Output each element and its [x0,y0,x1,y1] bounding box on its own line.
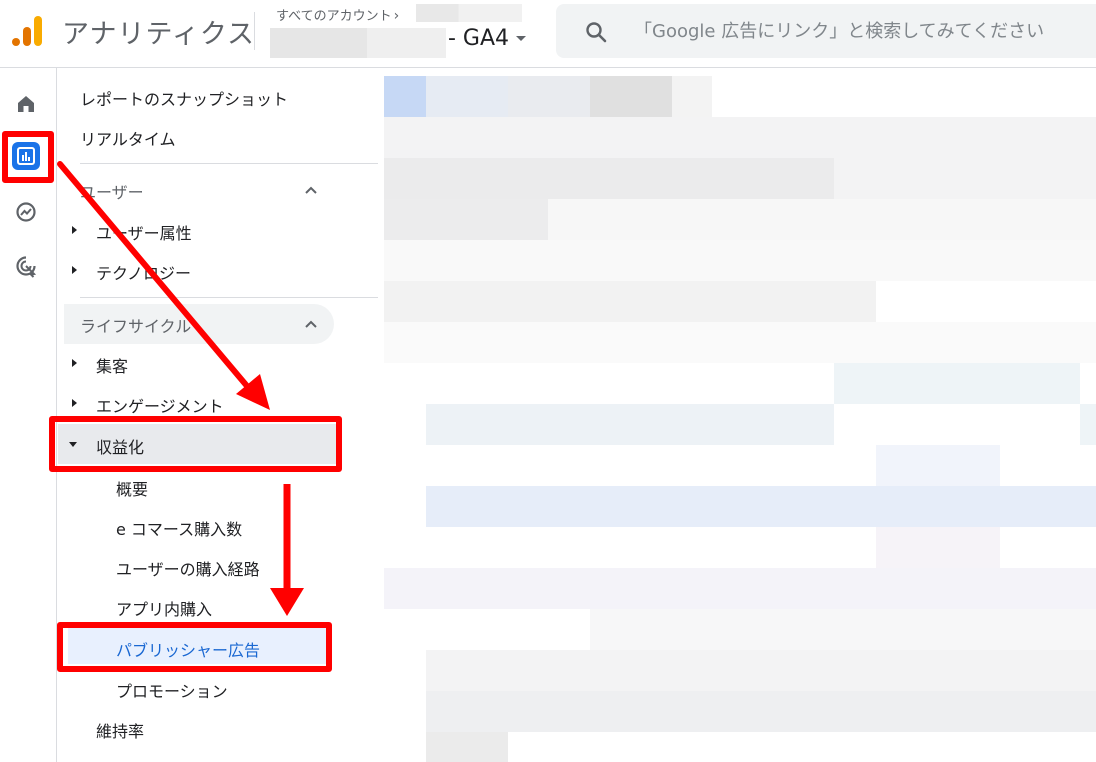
expand-arrow-icon[interactable] [72,399,77,407]
pixel-block [426,486,1096,527]
annotation-box-reports [2,131,54,183]
section-divider [80,297,378,298]
pixel-block [876,445,1000,486]
rail-explore[interactable] [12,198,40,226]
nav-promotions[interactable]: プロモーション [116,678,228,702]
pixel-block [834,363,1080,404]
pixel-block [384,322,1096,363]
pixelated-report-area [384,76,1096,762]
pixel-block [384,199,548,240]
pixel-block [834,158,1096,199]
pixel-block [426,76,508,117]
pixel-block [548,199,1096,240]
chevron-right-icon: › [393,8,400,24]
pixel-block [384,568,1096,609]
pixel-block [508,76,590,117]
top-header: アナリティクス すべてのアカウント › - GA4 [0,0,1096,68]
nav-ecommerce-purchases[interactable]: e コマース購入数 [116,516,242,540]
expand-arrow-icon[interactable] [72,359,77,367]
nav-monetization-overview[interactable]: 概要 [116,476,148,500]
property-selector[interactable]: - GA4 [448,26,509,51]
section-lifecycle[interactable]: ライフサイクル [80,313,191,337]
search-input[interactable] [634,18,1074,44]
account-breadcrumb-label: すべてのアカウント [276,9,392,24]
section-divider [80,163,378,164]
pixel-block [590,609,1096,650]
expand-arrow-icon[interactable] [72,266,77,274]
app-title: アナリティクス [62,19,256,50]
pixel-block [426,404,834,445]
nav-user-attributes[interactable]: ユーザー属性 [96,220,192,244]
pixel-block [1080,404,1096,445]
pixel-block [672,76,712,117]
annotation-box-publisher-ads [57,622,332,672]
home-icon [18,96,34,112]
chevron-up-icon[interactable] [304,185,318,195]
advertising-icon [16,256,37,278]
pixel-block [384,281,876,322]
section-user[interactable]: ユーザー [80,179,144,203]
rail-advertising[interactable] [12,252,40,280]
nav-in-app-purchases[interactable]: アプリ内購入 [116,596,212,620]
search-bar[interactable] [556,4,1096,58]
pixel-block [384,158,834,199]
pixel-block [426,732,508,762]
nav-realtime[interactable]: リアルタイム [80,126,176,150]
nav-technology[interactable]: テクノロジー [96,260,191,284]
chevron-up-icon[interactable] [304,319,318,329]
explore-icon [16,202,36,222]
analytics-logo[interactable] [10,14,44,48]
blurred-account-name [416,4,522,22]
pixel-block [426,691,1096,732]
blurred-property-name [270,28,446,58]
expand-arrow-icon[interactable] [72,226,77,234]
nav-engagement[interactable]: エンゲージメント [96,393,224,417]
pixel-block [876,527,1000,568]
pixel-block [384,117,1096,158]
nav-report-snapshot[interactable]: レポートのスナップショット [80,86,288,110]
account-breadcrumb[interactable]: すべてのアカウント › [276,5,399,24]
header-divider [254,12,255,50]
nav-purchase-journey[interactable]: ユーザーの購入経路 [116,556,260,580]
caret-down-icon[interactable] [516,36,526,41]
pixel-block [590,76,672,117]
nav-retention[interactable]: 維持率 [96,718,144,742]
pixel-block [384,76,426,117]
search-icon [586,22,607,43]
annotation-box-monetization [49,416,342,472]
rail-home[interactable] [12,90,40,118]
nav-acquisition[interactable]: 集客 [96,353,128,377]
pixel-block [426,650,1096,691]
pixel-block [384,240,1096,281]
